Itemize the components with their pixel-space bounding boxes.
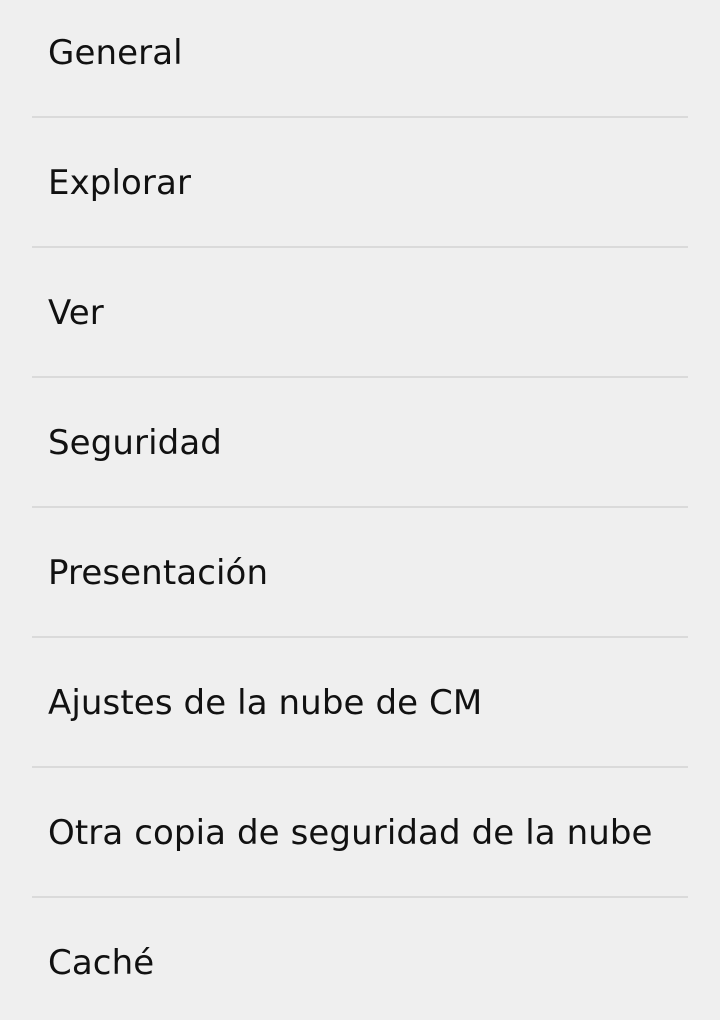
settings-item-label: Explorar	[48, 163, 192, 203]
settings-item-explorar[interactable]: Explorar	[0, 118, 720, 248]
settings-item-label: Ajustes de la nube de CM	[48, 683, 483, 723]
settings-item-ver[interactable]: Ver	[0, 248, 720, 378]
settings-item-presentacion[interactable]: Presentación	[0, 508, 720, 638]
settings-item-label: Ver	[48, 293, 104, 333]
settings-item-general[interactable]: General	[0, 0, 720, 118]
settings-item-label: Otra copia de seguridad de la nube	[48, 813, 653, 853]
settings-list: General Explorar Ver Seguridad Presentac…	[0, 0, 720, 1020]
settings-item-label: Seguridad	[48, 423, 222, 463]
settings-item-cloud-backup[interactable]: Otra copia de seguridad de la nube	[0, 768, 720, 898]
settings-item-label: Presentación	[48, 553, 269, 593]
settings-item-cloud-settings[interactable]: Ajustes de la nube de CM	[0, 638, 720, 768]
settings-item-cache[interactable]: Caché	[0, 898, 720, 1020]
settings-item-seguridad[interactable]: Seguridad	[0, 378, 720, 508]
settings-item-label: Caché	[48, 943, 155, 983]
settings-item-label: General	[48, 33, 183, 73]
